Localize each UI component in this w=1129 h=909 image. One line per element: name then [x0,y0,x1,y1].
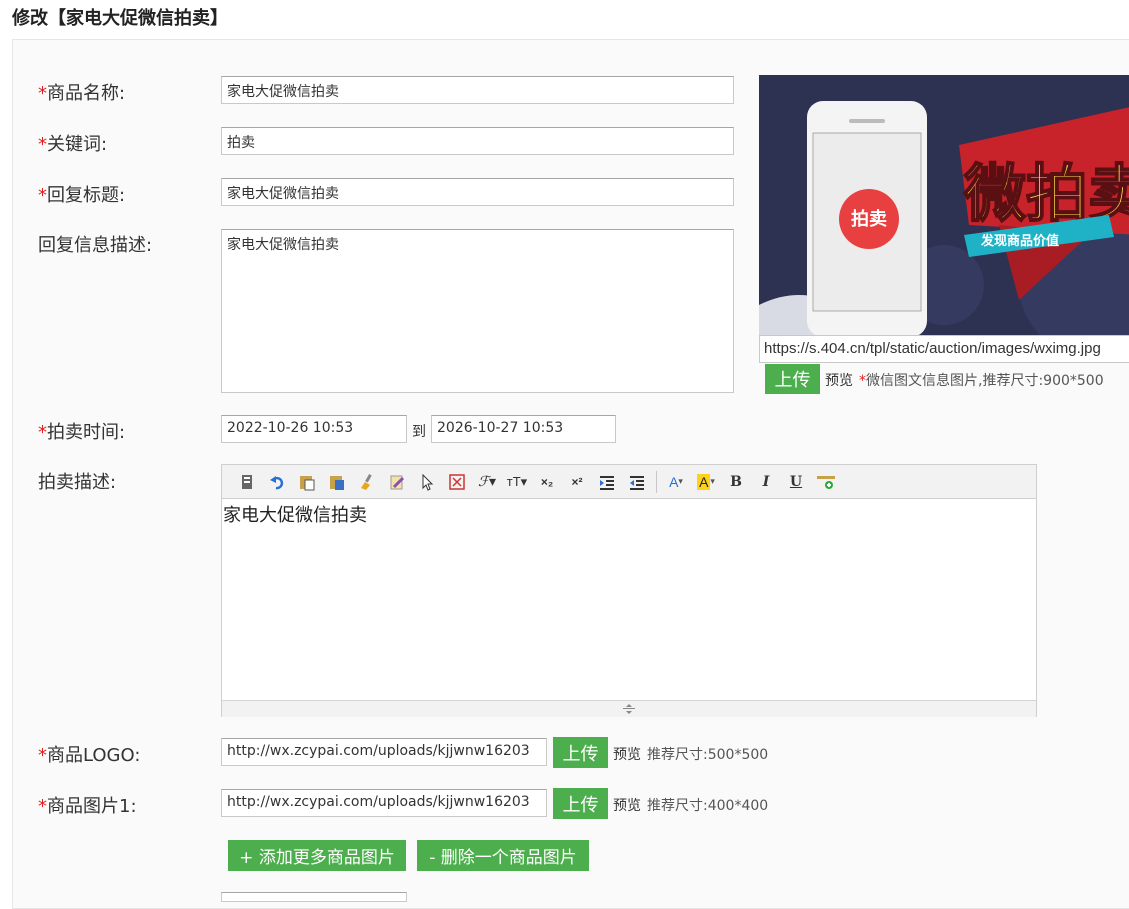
reply-desc-textarea[interactable]: 家电大促微信拍卖 [221,229,734,393]
page-title: 修改【家电大促微信拍卖】 [12,8,228,29]
cover-hint: *微信图文信息图片,推荐尺寸:900*500 [859,373,1104,389]
bold-icon[interactable]: B [721,469,751,495]
product-name-input[interactable]: 家电大促微信拍卖 [221,76,734,104]
superscript-icon[interactable]: ×² [562,469,592,495]
image1-upload-button[interactable]: 上传 [553,788,608,819]
cover-preview-link[interactable]: 预览 [825,370,853,390]
auction-desc-label: 拍卖描述: [38,472,117,493]
next-field-input[interactable] [221,892,407,902]
reply-title-label: *回复标题: [38,185,126,206]
to-separator: 到 [412,424,426,440]
source-icon[interactable] [232,469,262,495]
paste-icon[interactable] [292,469,322,495]
paste-text-icon[interactable] [322,469,352,495]
cover-preview-image: 拍卖 微拍卖 发现商品价值 [759,75,1129,335]
logo-url-input[interactable]: http://wx.zcypai.com/uploads/kjjwnw16203 [221,738,547,766]
resize-grip-icon [623,704,635,714]
auction-end-input[interactable]: 2026-10-27 10:53 [431,415,616,443]
undo-icon[interactable] [262,469,292,495]
subscript-icon[interactable]: ×₂ [532,469,562,495]
svg-text:发现商品价值: 发现商品价值 [980,233,1059,249]
indent-icon[interactable] [592,469,622,495]
cover-illustration: 拍卖 微拍卖 发现商品价值 [759,75,1129,335]
cover-upload-button[interactable]: 上传 [765,364,820,394]
keyword-label: *关键词: [38,134,108,155]
remove-image-button[interactable]: - 删除一个商品图片 [417,840,589,871]
keyword-input[interactable]: 拍卖 [221,127,734,155]
select-all-icon[interactable] [412,469,442,495]
underline-icon[interactable]: U [781,469,811,495]
toolbar-separator [656,470,657,493]
editor-resize-handle[interactable] [222,700,1036,717]
product-name-label: *商品名称: [38,83,126,104]
font-color-icon[interactable]: A ▾ [661,469,691,495]
rich-text-editor: ℱ▾ ᴛT▾ ×₂ ×² A ▾ A ▾ B I U 家电大促微信拍卖 [221,464,1037,717]
outdent-icon[interactable] [622,469,652,495]
logo-hint: 推荐尺寸:500*500 [647,747,769,763]
clear-format-icon[interactable] [382,469,412,495]
add-image-button[interactable]: + 添加更多商品图片 [228,840,406,871]
logo-label: *商品LOGO: [38,745,141,766]
fullscreen-icon[interactable] [442,469,472,495]
svg-text:拍卖: 拍卖 [851,208,887,230]
auction-start-input[interactable]: 2022-10-26 10:53 [221,415,407,443]
insert-line-icon[interactable] [811,469,841,495]
reply-desc-label: 回复信息描述: [38,235,153,256]
image1-hint: 推荐尺寸:400*400 [647,798,769,814]
logo-preview-link[interactable]: 预览 [613,744,641,764]
image1-label: *商品图片1: [38,796,137,817]
image1-preview-link[interactable]: 预览 [613,795,641,815]
editor-content[interactable]: 家电大促微信拍卖 [222,499,1036,700]
font-family-icon[interactable]: ℱ▾ [472,469,502,495]
editor-toolbar: ℱ▾ ᴛT▾ ×₂ ×² A ▾ A ▾ B I U [222,465,1036,499]
image1-url-input[interactable]: http://wx.zcypai.com/uploads/kjjwnw16203 [221,789,547,817]
logo-upload-button[interactable]: 上传 [553,737,608,768]
auction-time-label: *拍卖时间: [38,422,126,443]
format-brush-icon[interactable] [352,469,382,495]
font-size-icon[interactable]: ᴛT▾ [502,469,532,495]
reply-title-input[interactable]: 家电大促微信拍卖 [221,178,734,206]
cover-url-input[interactable]: https://s.404.cn/tpl/static/auction/imag… [759,335,1129,363]
highlight-color-icon[interactable]: A ▾ [691,469,721,495]
italic-icon[interactable]: I [751,469,781,495]
